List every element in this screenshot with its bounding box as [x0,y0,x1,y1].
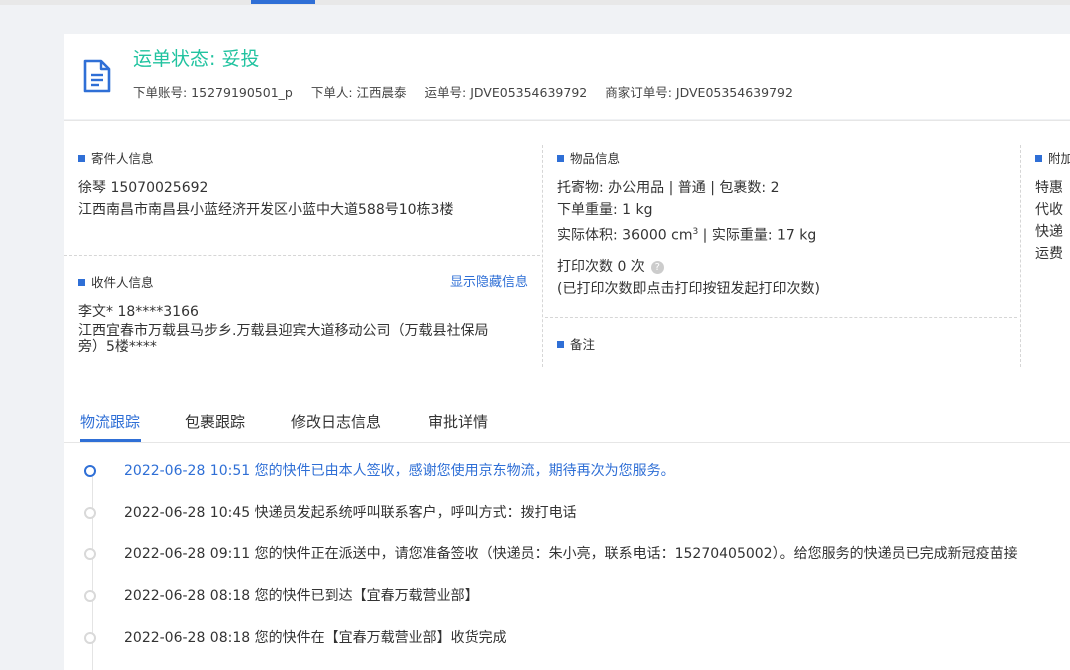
goods-volume-value: 实际体积: 36000 cm [557,227,693,244]
info-panel: 寄件人信息 徐琴 15070025692 江西南昌市南昌县小蓝经济开发区小蓝中大… [64,120,1070,393]
timeline-text: 2022-06-28 09:11 您的快件正在派送中，请您准备签收（快递员：朱小… [124,546,1018,562]
remark-title: 备注 [557,334,595,353]
timeline-item: 2022-06-28 08:18 您的快件已到达【宜春万载营业部】 [64,586,1070,608]
document-icon [83,59,111,93]
goods-title: 物品信息 [557,148,620,167]
divider [542,145,543,367]
waybill-header: 运单状态: 妥投 下单账号: 15279190501_p 下单人: 江西晨泰 运… [64,34,1070,119]
timeline-item: 2022-06-28 09:11 您的快件正在派送中，请您准备签收（快递员：朱小… [64,544,1070,566]
tab-approval-details[interactable]: 审批详情 [428,411,488,432]
sender-name-phone: 徐琴 15070025692 [78,180,209,196]
waybill-number: 运单号: JDVE05354639792 [424,85,588,100]
timeline-dot [84,590,96,602]
merchant-order-number: 商家订单号: JDVE05354639792 [605,85,793,100]
waybill-meta: 下单账号: 15279190501_p 下单人: 江西晨泰 运单号: JDVE0… [133,82,807,101]
top-nav-active-indicator [251,0,315,4]
timeline-dot [84,507,96,519]
tabs-bar: 物流跟踪 包裹跟踪 修改日志信息 审批详情 [64,393,1070,443]
receiver-address-line1: 江西宜春市万载县马步乡.万载县迎宾大道移动公司（万载县社保局 [78,323,489,339]
timeline-dot [84,465,96,477]
print-count-note: (已打印次数即点击打印按钮发起打印次数) [557,281,820,297]
active-tab-indicator [80,439,141,442]
receiver-name-phone: 李文* 18****3166 [78,304,199,320]
help-icon[interactable]: ? [650,261,664,274]
timeline-text: 2022-06-28 08:18 您的快件已到达【宜春万载营业部】 [124,588,479,604]
sender-address: 江西南昌市南昌县小蓝经济开发区小蓝中大道588号10栋3楼 [78,202,454,218]
timeline-item: 2022-06-28 10:45 快递员发起系统呼叫联系客户，呼叫方式：拨打电话 [64,503,1070,525]
order-person: 下单人: 江西晨泰 [310,85,407,100]
timeline-dot [84,632,96,644]
goods-volume-weight: 实际体积: 36000 cm3 | 实际重量: 17 kg [557,221,816,247]
tab-package-tracking[interactable]: 包裹跟踪 [185,411,245,432]
timeline-item: 2022-06-28 08:18 您的快件在【宜春万载营业部】收货完成 [64,628,1070,650]
receiver-address-line2: 旁）5楼**** [78,339,157,355]
goods-line-1: 托寄物: 办公用品 | 普通 | 包裹数: 2 [557,180,780,196]
extra-line: 特惠 [1035,180,1063,196]
waybill-status: 运单状态: 妥投 [133,48,260,70]
timeline-text: 2022-06-28 10:51 您的快件已由本人签收，感谢您使用京东物流，期待… [124,463,675,479]
divider [64,255,540,256]
timeline-text: 2022-06-28 08:18 您的快件在【宜春万载营业部】收货完成 [124,630,507,646]
extra-title: 附加 [1035,148,1070,167]
divider [1020,145,1021,367]
print-count: 打印次数 0 次? [557,256,664,278]
show-hidden-info-link[interactable]: 显示隐藏信息 [450,271,528,290]
order-account: 下单账号: 15279190501_p [133,85,293,100]
top-nav-strip [0,0,1070,5]
goods-order-weight: 下单重量: 1 kg [557,202,653,218]
tracking-panel: 物流跟踪 包裹跟踪 修改日志信息 审批详情 2022-06-28 10:51 您… [64,393,1070,670]
divider [545,317,1017,318]
timeline-dot [84,548,96,560]
tab-logistics-tracking[interactable]: 物流跟踪 [80,411,140,432]
timeline-text: 2022-06-28 10:45 快递员发起系统呼叫联系客户，呼叫方式：拨打电话 [124,505,577,521]
timeline-item: 2022-06-28 10:51 您的快件已由本人签收，感谢您使用京东物流，期待… [64,461,1070,483]
sender-title: 寄件人信息 [78,148,154,167]
receiver-title: 收件人信息 [78,272,154,291]
print-count-value: 打印次数 0 次 [557,259,645,275]
tab-modify-log[interactable]: 修改日志信息 [291,411,381,432]
extra-line: 运费 [1035,246,1063,262]
goods-actual-weight: | 实际重量: 17 kg [698,227,817,244]
extra-line: 代收 [1035,202,1063,218]
extra-line: 快递 [1035,224,1063,240]
